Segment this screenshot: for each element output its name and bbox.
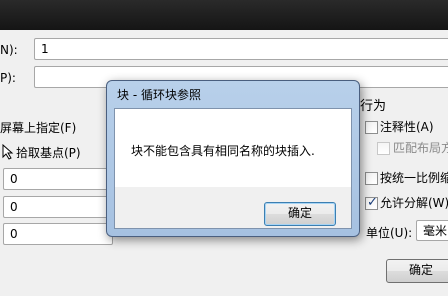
- block-name-field[interactable]: 1: [34, 38, 448, 60]
- x-coordinate-field[interactable]: 0: [3, 168, 113, 190]
- scale-uniformly-checkbox[interactable]: [365, 172, 378, 185]
- dialog-ok-button[interactable]: 确定: [264, 202, 336, 226]
- dialog-message-area: 块不能包含具有相同名称的块插入.: [115, 109, 351, 187]
- behavior-heading: 行为: [360, 99, 387, 114]
- allow-explode-checkbox[interactable]: ✓: [365, 195, 378, 210]
- z-coordinate-field[interactable]: 0: [3, 223, 113, 245]
- cyclic-reference-dialog: 块 - 循环块参照 块不能包含具有相同名称的块插入. 确定: [106, 80, 360, 237]
- scale-uniformly-label: 按统一比例缩: [380, 171, 448, 185]
- y-coordinate-field[interactable]: 0: [3, 196, 113, 218]
- dialog-message: 块不能包含具有相同名称的块插入.: [131, 144, 315, 158]
- match-orientation-checkbox: [377, 142, 390, 155]
- name-label: N):: [0, 43, 18, 57]
- main-ok-button[interactable]: 确定: [386, 259, 448, 283]
- window-title-bar: [0, 0, 448, 30]
- annotative-checkbox[interactable]: [365, 121, 378, 134]
- annotative-label: 注释性(A): [380, 120, 434, 134]
- allow-explode-label: 允许分解(W): [380, 196, 448, 210]
- checkmark-icon: ✓: [367, 195, 378, 210]
- path-label: P):: [0, 71, 16, 85]
- dialog-body: 块不能包含具有相同名称的块插入. 确定: [114, 108, 352, 229]
- dialog-title: 块 - 循环块参照: [117, 88, 201, 102]
- pick-point-icon[interactable]: [1, 144, 14, 160]
- units-value: 毫米: [423, 224, 448, 238]
- match-orientation-label: 匹配布局方: [393, 141, 448, 155]
- units-label: 单位(U):: [366, 226, 413, 240]
- units-dropdown[interactable]: 毫米: [416, 220, 448, 241]
- pick-point-button[interactable]: 拾取基点(P): [16, 145, 81, 161]
- specify-on-screen-label: 屏幕上指定(F): [0, 121, 77, 135]
